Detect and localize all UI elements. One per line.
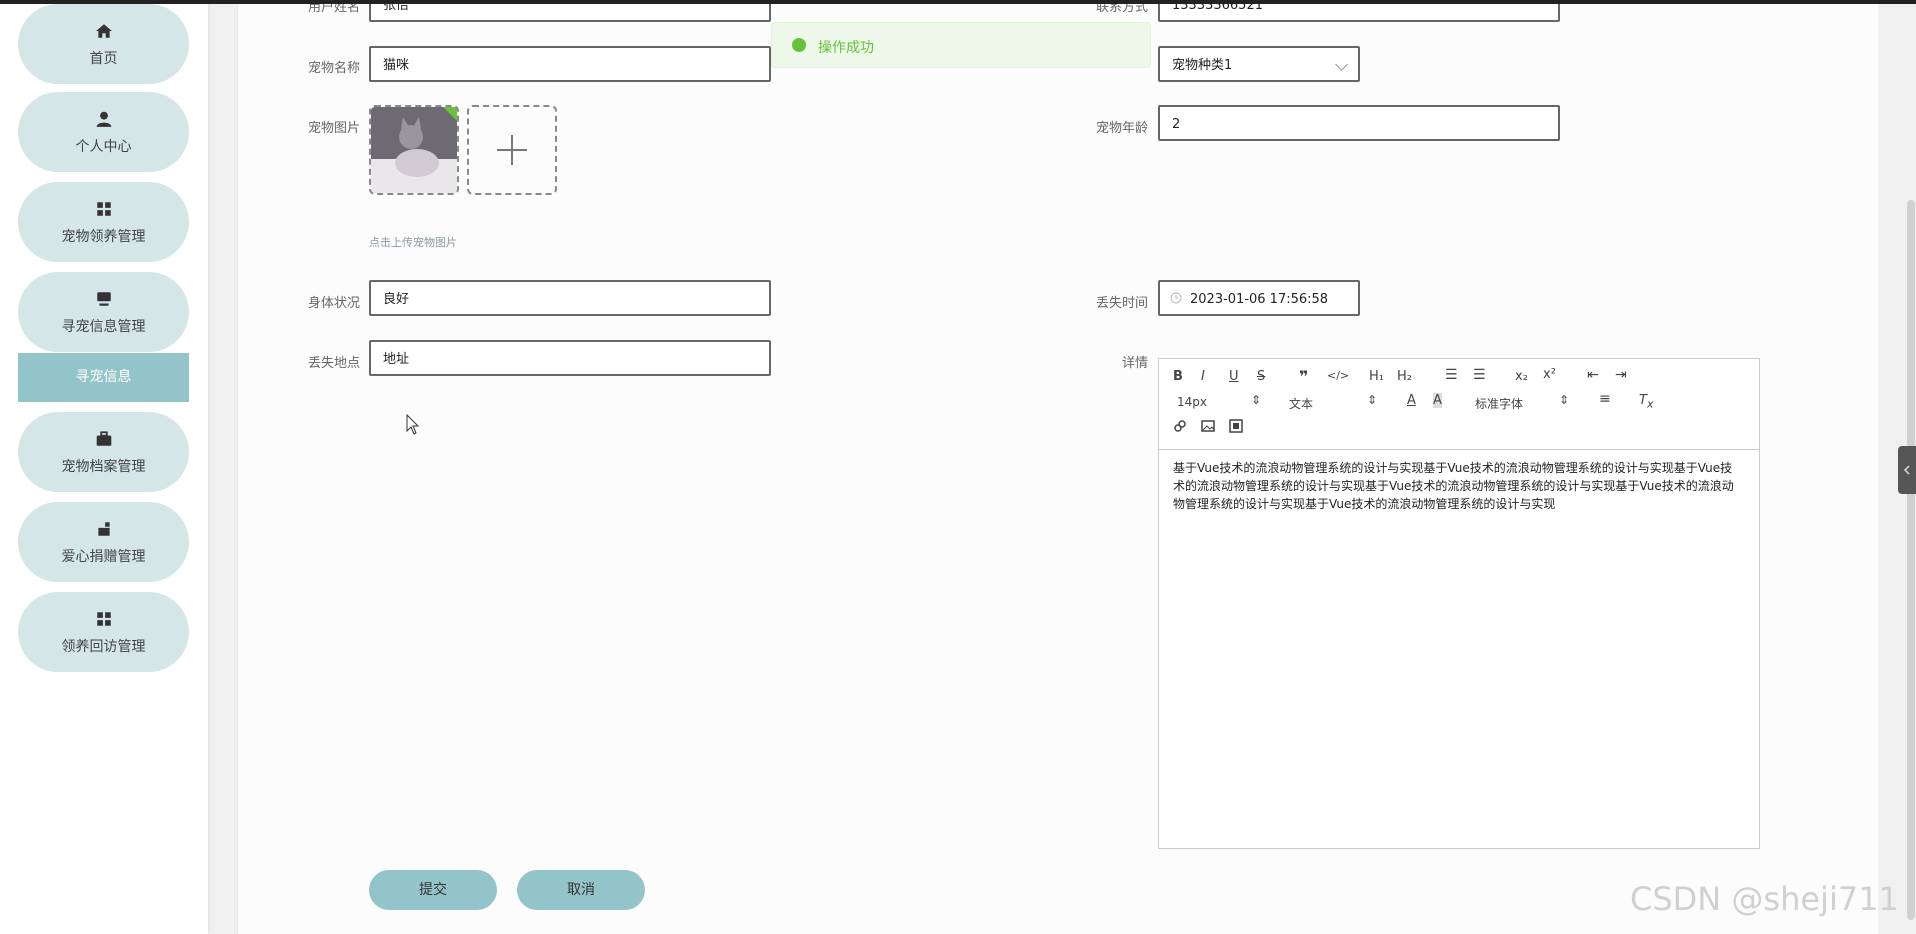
blockquote-icon[interactable]: ❞ (1299, 367, 1308, 386)
italic-icon[interactable]: I (1201, 369, 1205, 384)
pettype-value: 宠物种类1 (1172, 58, 1233, 73)
header2-icon[interactable]: H₂ (1397, 369, 1412, 384)
cancel-button[interactable]: 取消 (517, 870, 645, 910)
upload-hint: 点击上传宠物图片 (369, 236, 457, 249)
sidebar-item-pet-records[interactable]: 宠物档案管理 (18, 412, 189, 492)
chevron-left-icon (1903, 465, 1910, 475)
outdent-icon[interactable]: ⇤ (1587, 367, 1599, 383)
petage-label: 宠物年龄 (1095, 121, 1148, 136)
pet-image-thumbnail[interactable] (369, 105, 459, 195)
font-size-updown-icon: ⇕ (1251, 393, 1262, 407)
sidebar-item-label: 宠物领养管理 (61, 229, 146, 245)
background-color-icon[interactable]: A (1433, 393, 1442, 408)
sidebar-subitem-lostpet-info[interactable]: 寻宠信息 (18, 353, 189, 402)
user-icon (96, 111, 111, 127)
editor-toolbar: B I U S ❞ </> H₁ H₂ ☰ ☰ x₂ x² ⇤ ⇥ 14px ⇕… (1159, 359, 1759, 450)
home-icon (95, 24, 112, 38)
details-editor[interactable]: B I U S ❞ </> H₁ H₂ ☰ ☰ x₂ x² ⇤ ⇥ 14px ⇕… (1158, 358, 1760, 849)
grid-icon (96, 612, 111, 626)
video-icon[interactable] (1229, 419, 1243, 433)
sidebar-item-donation[interactable]: 爱心捐赠管理 (18, 502, 189, 582)
submit-button[interactable]: 提交 (369, 870, 497, 910)
petimage-label: 宠物图片 (307, 121, 360, 136)
losttime-picker[interactable]: 2023-01-06 17:56:58 (1158, 280, 1360, 316)
underline-icon[interactable]: U (1229, 369, 1239, 384)
sidebar-item-label: 寻宠信息管理 (61, 319, 146, 335)
sidebar: 首页 个人中心 宠物领养管理 寻宠信息管理 寻宠信息 宠物档案管理 爱心捐赠管理… (0, 0, 208, 934)
subscript-icon[interactable]: x₂ (1515, 369, 1528, 384)
details-label: 详情 (1121, 356, 1148, 371)
lostplace-label: 丢失地点 (307, 356, 360, 371)
grid-icon (96, 202, 111, 216)
success-toast: 操作成功 (771, 22, 1151, 68)
align-icon[interactable]: ≡ (1599, 391, 1611, 407)
sidebar-item-label: 爱心捐赠管理 (61, 549, 146, 565)
editor-content[interactable]: 基于Vue技术的流浪动物管理系统的设计与实现基于Vue技术的流浪动物管理系统的设… (1173, 459, 1743, 513)
strike-icon[interactable]: S (1257, 369, 1265, 384)
losttime-value: 2023-01-06 17:56:58 (1190, 292, 1329, 307)
sidebar-item-label: 领养回访管理 (61, 639, 146, 655)
image-icon[interactable] (1201, 419, 1215, 433)
format-select[interactable]: 文本 (1289, 395, 1313, 412)
health-label: 身体状况 (307, 296, 360, 311)
bullet-list-icon[interactable]: ☰ (1473, 367, 1486, 383)
superscript-icon[interactable]: x² (1543, 367, 1556, 382)
pettype-select[interactable]: 宠物种类1 (1158, 46, 1360, 82)
scrollbar-thumb[interactable] (1907, 200, 1915, 920)
top-border (0, 0, 1916, 4)
mouse-cursor-icon (406, 414, 420, 435)
petage-field[interactable]: 2 (1158, 105, 1560, 141)
upload-add-button[interactable] (467, 105, 557, 195)
monitor-icon (96, 292, 111, 306)
plus-icon (497, 135, 527, 165)
format-updown-icon: ⇕ (1367, 393, 1378, 407)
font-size-select[interactable]: 14px (1177, 395, 1207, 409)
petname-label: 宠物名称 (307, 61, 360, 76)
sidebar-item-adoption[interactable]: 宠物领养管理 (18, 182, 189, 262)
link-icon[interactable] (1173, 419, 1187, 433)
petname-field[interactable]: 猫咪 (369, 46, 771, 82)
watermark: CSDN @sheji711 (1630, 880, 1899, 918)
sidebar-item-label: 宠物档案管理 (61, 459, 146, 475)
font-color-icon[interactable]: A (1407, 393, 1416, 408)
toast-text: 操作成功 (818, 40, 874, 56)
clock-icon (1170, 292, 1182, 304)
losttime-label: 丢失时间 (1095, 296, 1148, 311)
ordered-list-icon[interactable]: ☰ (1445, 367, 1458, 383)
font-family-select[interactable]: 标准字体 (1475, 395, 1523, 412)
cat-photo (371, 107, 457, 193)
sidebar-item-home[interactable]: 首页 (18, 4, 189, 84)
chevron-down-icon (1335, 58, 1348, 71)
font-family-updown-icon: ⇕ (1559, 393, 1570, 407)
briefcase-icon (96, 431, 111, 446)
lostplace-field[interactable]: 地址 (369, 340, 771, 376)
header1-icon[interactable]: H₁ (1369, 369, 1384, 384)
indent-icon[interactable]: ⇥ (1615, 367, 1627, 383)
health-field[interactable]: 良好 (369, 280, 771, 316)
sidebar-item-profile[interactable]: 个人中心 (18, 92, 189, 172)
clear-format-icon[interactable]: Tx (1639, 393, 1653, 411)
sidebar-item-label: 个人中心 (75, 139, 132, 155)
check-circle-icon (792, 38, 806, 52)
donate-icon (97, 522, 110, 536)
sidebar-item-followup[interactable]: 领养回访管理 (18, 592, 189, 672)
sidebar-item-label: 首页 (89, 51, 118, 67)
collapse-handle[interactable] (1898, 446, 1916, 494)
bold-icon[interactable]: B (1173, 369, 1183, 384)
code-icon[interactable]: </> (1327, 369, 1349, 382)
sidebar-item-lostpet[interactable]: 寻宠信息管理 (18, 272, 189, 352)
